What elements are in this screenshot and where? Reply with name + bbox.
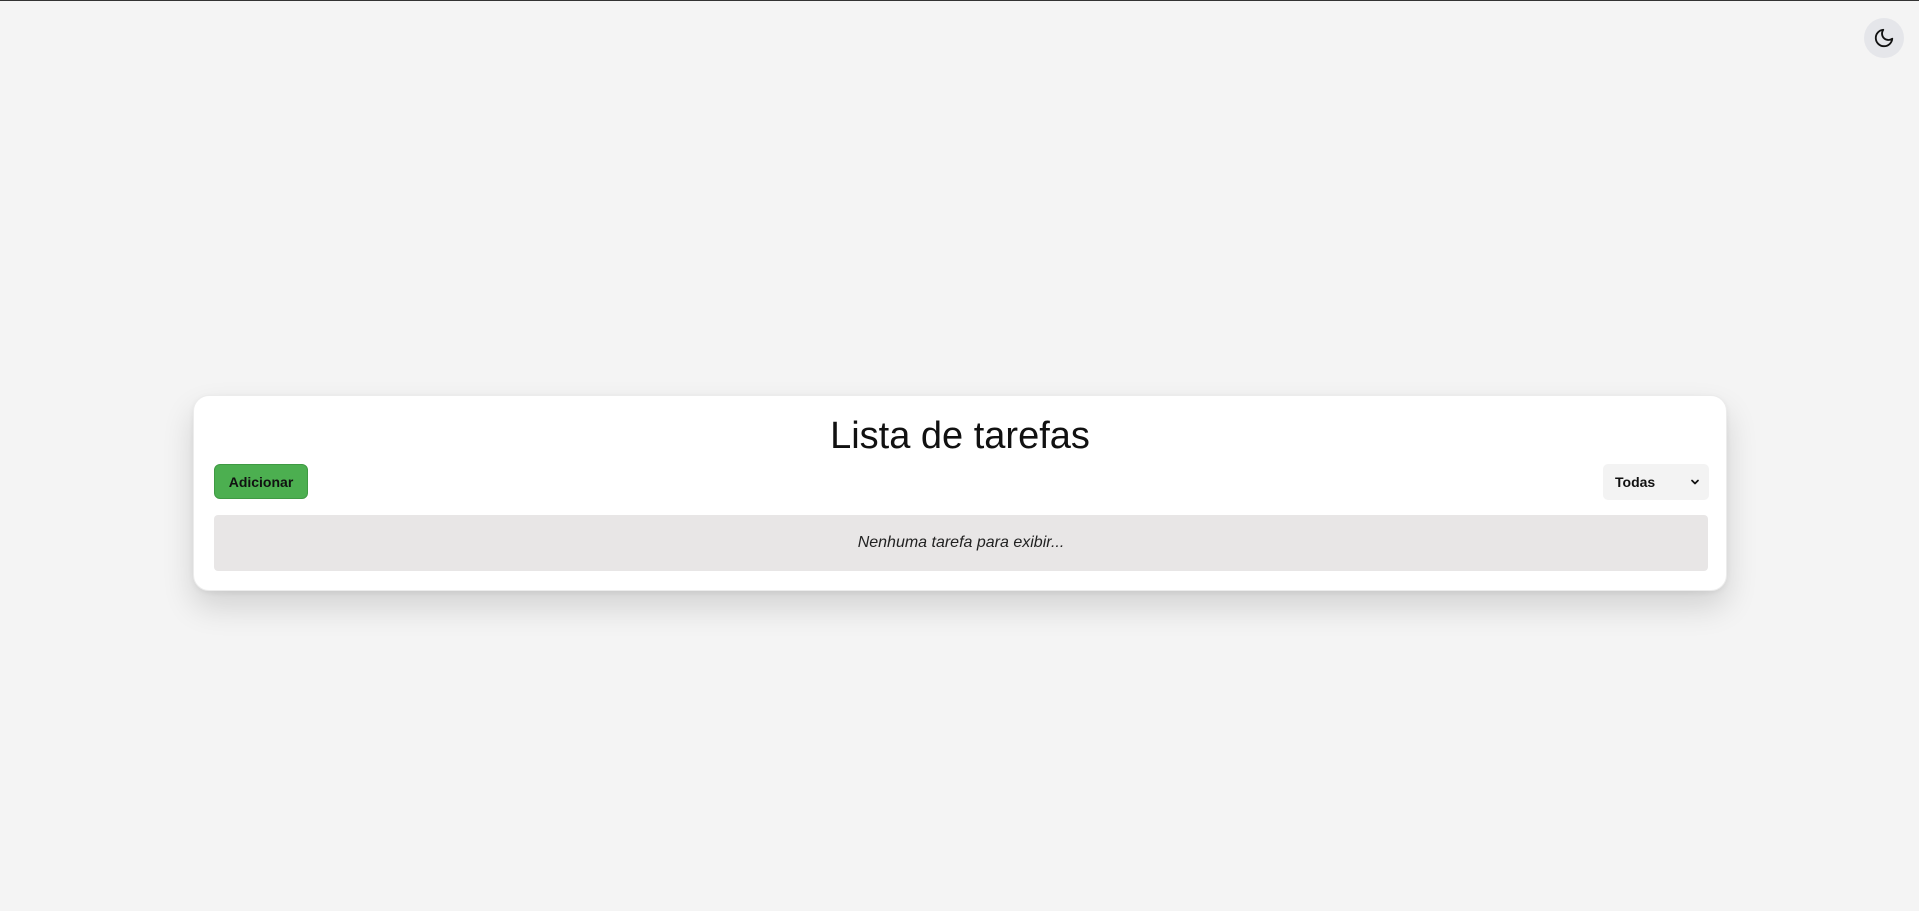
empty-task-message: Nenhuma tarefa para exibir... [214,515,1708,571]
top-border [0,0,1919,1]
page-title: Lista de tarefas [830,415,1090,457]
empty-message-text: Nenhuma tarefa para exibir... [857,534,1065,551]
filter-selected-value: Todas [1615,474,1656,490]
add-task-button[interactable]: Adicionar [214,464,308,499]
task-list-card: Lista de tarefas Adicionar Todas Nenhuma… [193,395,1727,591]
filter-select[interactable]: Todas [1603,464,1709,500]
moon-icon [1873,27,1895,49]
theme-toggle-button[interactable] [1864,18,1904,58]
chevron-down-icon [1689,476,1701,488]
